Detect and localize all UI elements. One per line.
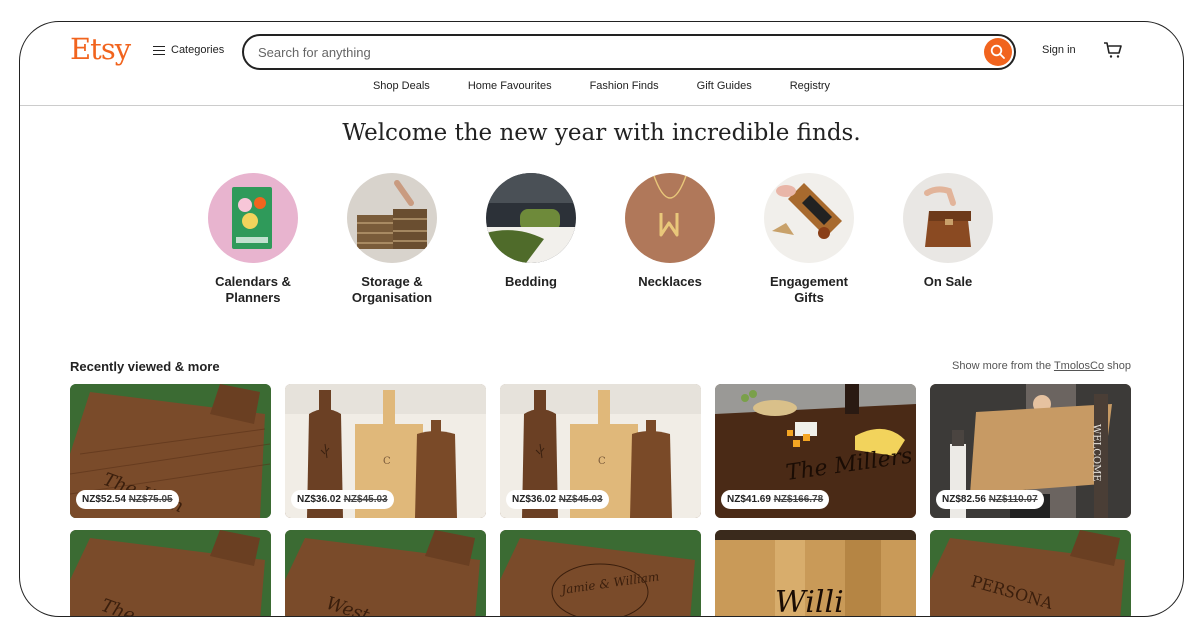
- product-card[interactable]: C NZ$36.02 NZ$45.03: [500, 384, 701, 518]
- nav-fashion-finds[interactable]: Fashion Finds: [590, 80, 659, 92]
- product-card[interactable]: West: [285, 530, 486, 616]
- category-label-line1: Storage &: [361, 274, 423, 289]
- category-necklaces[interactable]: Necklaces: [625, 173, 715, 306]
- search-icon: [990, 44, 1005, 59]
- svg-text:C: C: [598, 456, 606, 467]
- product-image: West: [285, 530, 486, 616]
- page-headline: Welcome the new year with incredible fin…: [342, 120, 861, 146]
- category-bedding[interactable]: Bedding: [486, 173, 576, 306]
- price-original: NZ$45.03: [343, 494, 388, 505]
- product-card[interactable]: The Millers NZ$41.69 NZ$166.78: [715, 384, 916, 518]
- category-label-line1: Necklaces: [638, 274, 702, 289]
- price-current: NZ$52.54: [82, 494, 126, 505]
- price-original: NZ$45.03: [558, 494, 603, 505]
- price-original: NZ$166.78: [773, 494, 824, 505]
- price-original: NZ$110.07: [988, 494, 1038, 505]
- product-card[interactable]: C NZ$36.02 NZ$45.03: [285, 384, 486, 518]
- product-engraving: WELCOME: [1091, 424, 1102, 482]
- etsy-logo[interactable]: Etsy: [70, 32, 131, 66]
- product-image: Jamie & William: [500, 530, 701, 616]
- nav-shop-deals[interactable]: Shop Deals: [373, 80, 430, 92]
- price-tag: NZ$41.69 NZ$166.78: [721, 490, 830, 509]
- category-storage-organisation[interactable]: Storage & Organisation: [347, 173, 437, 306]
- price-tag: NZ$52.54 NZ$75.05: [76, 490, 179, 509]
- product-grid: The Hom NZ$52.54 NZ$75.05 C NZ$36.02 NZ$…: [70, 384, 1131, 617]
- site-header: Etsy Categories Sign in: [20, 22, 1183, 106]
- cart-button[interactable]: [1103, 40, 1123, 60]
- category-label-line1: Engagement: [769, 274, 848, 289]
- product-image: The: [70, 530, 271, 616]
- price-tag: NZ$82.56 NZ$110.07: [936, 490, 1044, 509]
- product-image: Willi: [715, 530, 916, 617]
- category-label-line2: Planners: [225, 290, 281, 305]
- category-image: [486, 173, 576, 263]
- product-card[interactable]: WELCOME NZ$82.56 NZ$110.07: [930, 384, 1131, 518]
- category-image: [903, 173, 993, 263]
- sub-navigation: Shop Deals Home Favourites Fashion Finds…: [20, 80, 1183, 92]
- category-image: [347, 173, 437, 263]
- search-input[interactable]: [258, 44, 958, 60]
- category-circles: Calendars & Planners Storage & Organisat…: [208, 173, 993, 306]
- category-label-line2: Organisation: [351, 290, 433, 305]
- category-image: [208, 173, 298, 263]
- product-card[interactable]: The: [70, 530, 271, 616]
- category-image: [764, 173, 854, 263]
- product-card[interactable]: The Hom NZ$52.54 NZ$75.05: [70, 384, 271, 518]
- category-image: [625, 173, 715, 263]
- product-card[interactable]: Jamie & William: [500, 530, 701, 616]
- show-more-prefix: Show more from the: [952, 360, 1054, 372]
- browser-frame: Etsy Categories Sign in: [19, 21, 1184, 617]
- price-current: NZ$36.02: [297, 494, 341, 505]
- hamburger-icon: [153, 45, 165, 55]
- nav-gift-guides[interactable]: Gift Guides: [697, 80, 752, 92]
- nav-home-favourites[interactable]: Home Favourites: [468, 80, 552, 92]
- category-label-line1: Bedding: [505, 274, 557, 289]
- categories-label: Categories: [171, 44, 225, 56]
- category-engagement-gifts[interactable]: Engagement Gifts: [764, 173, 854, 306]
- price-tag: NZ$36.02 NZ$45.03: [291, 490, 394, 509]
- product-card[interactable]: Willi: [715, 530, 916, 617]
- categories-button[interactable]: Categories: [153, 44, 224, 56]
- cart-icon: [1104, 42, 1122, 58]
- price-current: NZ$82.56: [942, 494, 986, 505]
- price-tag: NZ$36.02 NZ$45.03: [506, 490, 609, 509]
- recently-viewed-title: Recently viewed & more: [70, 359, 220, 374]
- price-current: NZ$41.69: [727, 494, 771, 505]
- category-label-line2: Gifts: [794, 290, 824, 305]
- category-on-sale[interactable]: On Sale: [903, 173, 993, 306]
- category-label-line1: Calendars &: [215, 274, 291, 289]
- sign-in-link[interactable]: Sign in: [1042, 44, 1076, 56]
- shop-name-link[interactable]: TmolosCo: [1054, 360, 1104, 372]
- nav-registry[interactable]: Registry: [790, 80, 830, 92]
- product-card[interactable]: PERSONA: [930, 530, 1131, 616]
- product-engraving: Willi: [775, 585, 844, 617]
- price-current: NZ$36.02: [512, 494, 556, 505]
- search-bar: [242, 34, 1016, 70]
- show-more-suffix: shop: [1104, 360, 1131, 372]
- show-more-link[interactable]: Show more from the TmolosCo shop: [952, 360, 1131, 372]
- category-label-line1: On Sale: [923, 274, 973, 289]
- price-original: NZ$75.05: [128, 494, 173, 505]
- search-button[interactable]: [984, 38, 1012, 66]
- product-image: PERSONA: [930, 530, 1131, 616]
- svg-text:C: C: [383, 456, 391, 467]
- category-calendars-planners[interactable]: Calendars & Planners: [208, 173, 298, 306]
